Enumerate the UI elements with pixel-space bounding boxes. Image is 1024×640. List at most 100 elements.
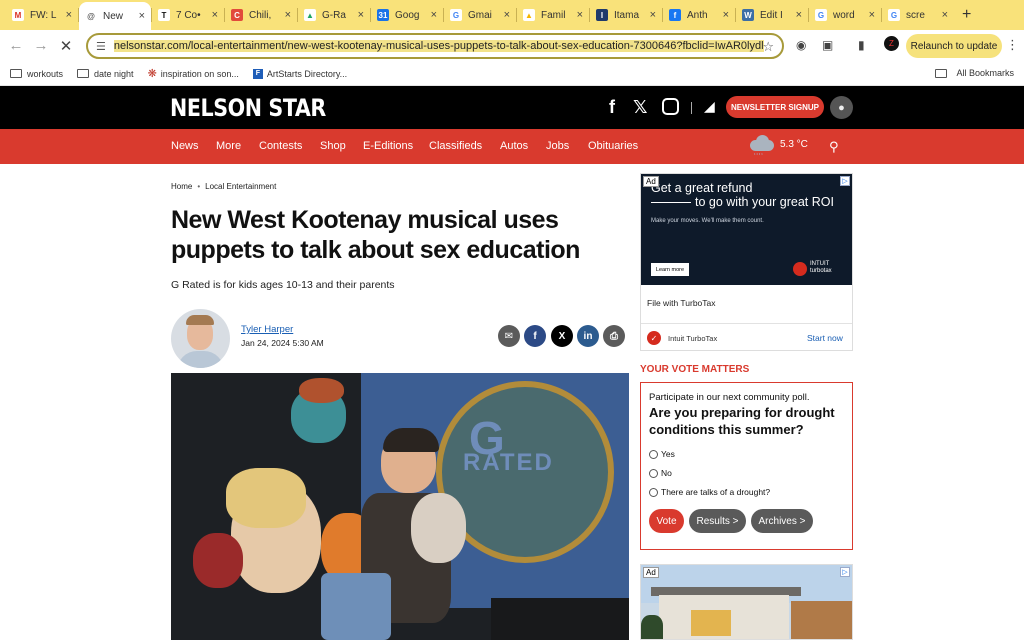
browser-tab[interactable]: ▲ G-Ra × [298, 2, 370, 28]
share-x-icon[interactable]: X [551, 325, 573, 347]
nav-news[interactable]: News [171, 140, 199, 152]
ad-caption: File with TurboTax [647, 298, 716, 308]
tab-close-icon[interactable]: × [869, 9, 875, 21]
browser-tab[interactable]: G Gmai × [444, 2, 516, 28]
new-tab-button[interactable]: + [962, 6, 971, 24]
tab-close-icon[interactable]: × [723, 9, 729, 21]
tab-close-icon[interactable]: × [504, 9, 510, 21]
poll-option-talks[interactable]: There are talks of a drought? [649, 487, 770, 497]
address-bar[interactable]: ☰ nelsonstar.com/local-entertainment/new… [86, 33, 784, 59]
profile-icon[interactable]: Z [884, 36, 899, 51]
photo-sign-word: RATED [463, 449, 554, 476]
bookmark-date-night[interactable]: date night [77, 69, 134, 79]
site-logo[interactable]: NELSON STAR [170, 94, 326, 122]
nav-e-editions[interactable]: E-Editions [363, 140, 413, 152]
archives-button[interactable]: Archives > [751, 509, 813, 533]
ad-learn-more-button[interactable]: Learn more [651, 263, 689, 276]
nav-classifieds[interactable]: Classifieds [429, 140, 482, 152]
browser-tab[interactable]: Gscre × [882, 2, 954, 28]
nav-autos[interactable]: Autos [500, 140, 528, 152]
browser-tab[interactable]: W Edit I × [736, 2, 808, 28]
home-ad[interactable]: Ad ▷ [640, 564, 853, 640]
share-linkedin-icon[interactable]: in [577, 325, 599, 347]
radio-button[interactable] [649, 487, 658, 497]
site-info-icon[interactable]: ☰ [96, 40, 106, 53]
weather-widget[interactable]: ‘‘‘‘ 5.3 °C [748, 135, 808, 160]
nav-jobs[interactable]: Jobs [546, 140, 569, 152]
article-photo: G RATED [171, 373, 629, 640]
browser-tab[interactable]: f Anth × [663, 2, 735, 28]
browser-tab[interactable]: M FW: L × [6, 2, 78, 28]
all-bookmarks[interactable]: All Bookmarks [935, 68, 1014, 78]
browser-tab[interactable]: I Itama × [590, 2, 662, 28]
tab-close-icon[interactable]: × [796, 9, 802, 21]
ad-start-now-link[interactable]: Start now [807, 333, 843, 343]
tab-title: Edit I [760, 9, 783, 21]
browser-tab[interactable]: C Chili, × [225, 2, 297, 28]
tab-close-icon[interactable]: × [942, 9, 948, 21]
rain-cloud-icon: ‘‘‘‘ [748, 135, 776, 160]
translate-icon[interactable]: ◉ [796, 38, 806, 52]
ad-choices-icon[interactable]: ▷ [840, 176, 850, 186]
account-icon[interactable]: ● [830, 96, 853, 119]
nav-contests[interactable]: Contests [259, 140, 302, 152]
tab-title: Itama [614, 9, 640, 21]
megaphone-icon[interactable]: ◢ [704, 98, 715, 115]
browser-tab[interactable]: 31 Goog × [371, 2, 443, 28]
nav-obituaries[interactable]: Obituaries [588, 140, 638, 152]
author-link[interactable]: Tyler Harper [241, 324, 293, 335]
url-text: nelsonstar.com/local-entertainment/new-w… [113, 40, 764, 52]
browser-tab[interactable]: @ New × [79, 2, 151, 30]
side-panel-icon[interactable]: ▮ [858, 38, 865, 52]
breadcrumb-home[interactable]: Home [171, 182, 192, 191]
tab-close-icon[interactable]: × [66, 9, 72, 21]
instagram-icon[interactable] [662, 98, 679, 115]
search-icon[interactable]: ⚲ [829, 139, 839, 155]
breadcrumb: Home • Local Entertainment [171, 182, 276, 191]
radio-button[interactable] [649, 468, 658, 478]
radio-button[interactable] [649, 449, 658, 459]
relaunch-button[interactable]: Relaunch to update [906, 34, 1002, 58]
x-twitter-icon[interactable]: 𝕏 [633, 97, 648, 118]
bookmark-artstarts[interactable]: F ArtStarts Directory... [252, 68, 347, 79]
back-icon[interactable]: ← [4, 37, 28, 54]
tab-close-icon[interactable]: × [431, 9, 437, 21]
tab-title: 7 Co• [176, 9, 201, 21]
poll-option-yes[interactable]: Yes [649, 449, 675, 459]
tab-close-icon[interactable]: × [212, 9, 218, 21]
author-avatar[interactable] [171, 309, 230, 368]
nav-shop[interactable]: Shop [320, 140, 346, 152]
bookmark-inspiration[interactable]: ❋ inspiration on son... [148, 67, 239, 80]
tab-close-icon[interactable]: × [650, 9, 656, 21]
results-button[interactable]: Results > [689, 509, 746, 533]
browser-tab[interactable]: Gword × [809, 2, 881, 28]
menu-kebab-icon[interactable]: ⋮ [1006, 37, 1019, 53]
tab-close-icon[interactable]: × [285, 9, 291, 21]
vote-button[interactable]: Vote [649, 509, 684, 533]
share-facebook-icon[interactable]: f [524, 325, 546, 347]
poll-option-no[interactable]: No [649, 468, 672, 478]
extensions-icon[interactable]: ▣ [822, 38, 833, 52]
nav-more[interactable]: More [216, 140, 241, 152]
community-poll: Participate in our next community poll. … [640, 382, 853, 550]
turbotax-ad[interactable]: Get a great refund to go with your great… [640, 173, 853, 351]
bookmarks-bar: workouts date night ❋ inspiration on son.… [0, 62, 1024, 86]
tab-favicon-icon: I [596, 9, 608, 21]
bookmark-workouts[interactable]: workouts [10, 69, 63, 79]
newsletter-signup-button[interactable]: NEWSLETTER SIGNUP [726, 96, 824, 118]
bookmark-star-icon[interactable]: ☆ [762, 39, 774, 55]
ad-line-2: to go with your great ROI [695, 195, 834, 209]
browser-tab[interactable]: T 7 Co• × [152, 2, 224, 28]
browser-tab[interactable]: ▲ Famil × [517, 2, 589, 28]
facebook-icon[interactable]: f [609, 97, 615, 118]
breadcrumb-section[interactable]: Local Entertainment [205, 182, 276, 191]
print-icon[interactable]: ⎙ [603, 325, 625, 347]
ad-choices-icon[interactable]: ▷ [840, 567, 850, 577]
stop-loading-icon[interactable]: ✕ [54, 37, 78, 55]
tab-close-icon[interactable]: × [358, 9, 364, 21]
tab-favicon-icon: 31 [377, 9, 389, 21]
forward-icon[interactable]: → [29, 37, 53, 54]
tab-close-icon[interactable]: × [139, 10, 145, 22]
share-email-icon[interactable]: ✉ [498, 325, 520, 347]
tab-close-icon[interactable]: × [577, 9, 583, 21]
